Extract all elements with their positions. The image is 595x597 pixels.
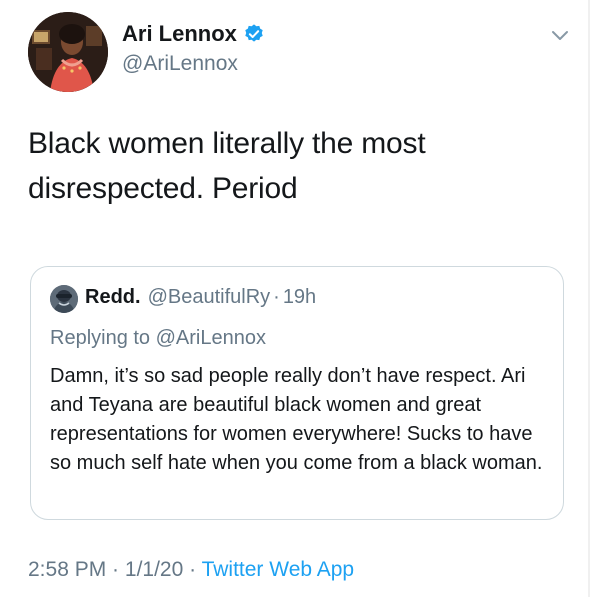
quoted-author-avatar[interactable] [50, 285, 78, 313]
quoted-tweet-text: Damn, it’s so sad people really don’t ha… [50, 365, 543, 474]
replying-to-mention[interactable]: @AriLennox [156, 327, 266, 349]
replying-to-label: Replying to [50, 327, 156, 349]
author-name-text: Ari Lennox [122, 21, 237, 46]
author-display-name[interactable]: Ari Lennox [122, 21, 265, 47]
tweet-time[interactable]: 2:58 PM [28, 558, 106, 581]
replying-to-line: Replying to @AriLennox [50, 327, 266, 350]
avatar-photo [28, 12, 108, 92]
author-avatar[interactable] [28, 12, 108, 92]
author-handle[interactable]: @AriLennox [122, 52, 238, 76]
meta-separator: · [106, 558, 125, 581]
verified-badge-icon [245, 24, 263, 42]
quoted-author-handle[interactable]: @BeautifulRy [148, 286, 271, 309]
tweet-text: Black women literally the most disrespec… [28, 127, 426, 205]
tweet-metadata: 2:58 PM · 1/1/20 · Twitter Web App [28, 558, 354, 582]
tweet-source-link[interactable]: Twitter Web App [202, 558, 355, 581]
screen-edge-divider [588, 0, 590, 597]
quoted-tweet-header: Redd. @BeautifulRy · 19h [85, 286, 316, 309]
chevron-down-icon[interactable] [548, 26, 572, 46]
tweet-card: Ari Lennox @AriLennox Black women litera… [0, 0, 595, 597]
quoted-header-separator: · [273, 286, 280, 308]
quoted-author-name[interactable]: Redd. [85, 286, 141, 309]
quoted-tweet-time[interactable]: 19h [283, 286, 316, 309]
quoted-tweet[interactable]: Redd. @BeautifulRy · 19h Replying to @Ar… [30, 266, 564, 520]
meta-separator-2: · [183, 558, 202, 581]
tweet-date[interactable]: 1/1/20 [125, 558, 183, 581]
quoted-avatar-photo [50, 285, 78, 313]
